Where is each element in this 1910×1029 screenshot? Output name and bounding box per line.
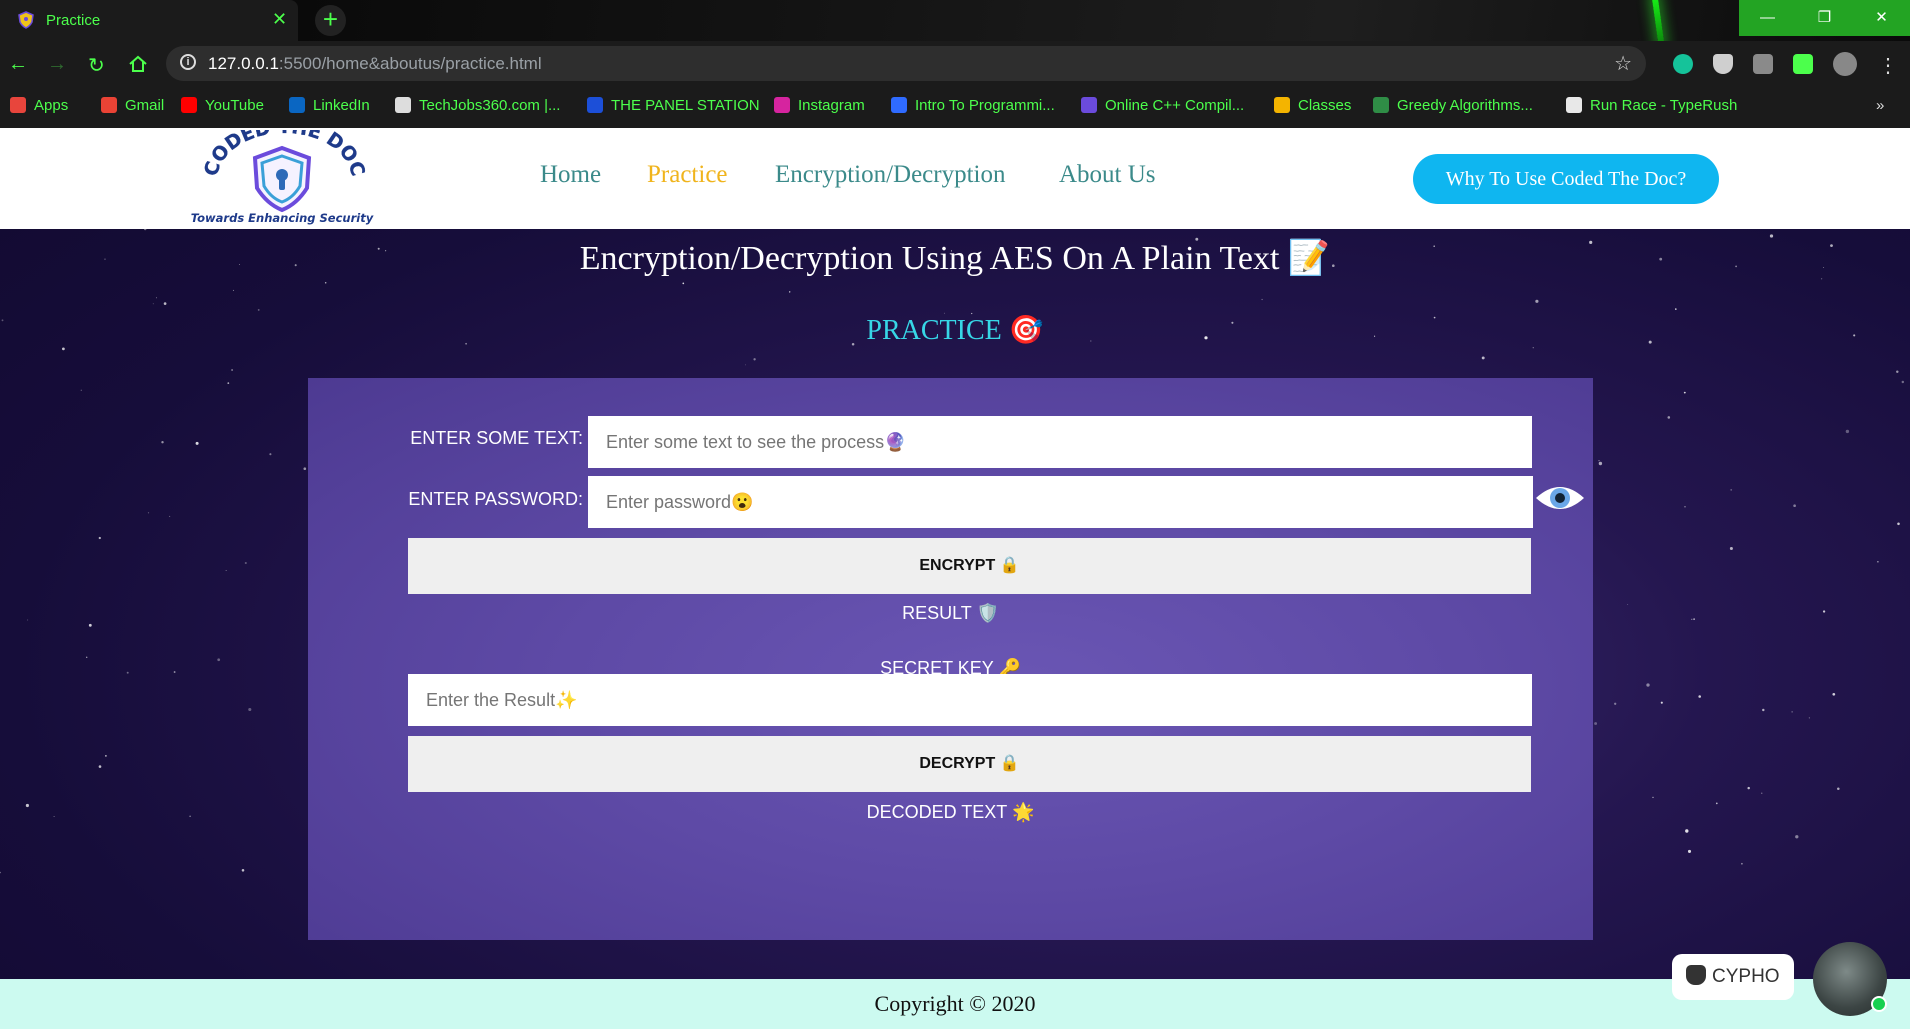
- page-title: Encryption/Decryption Using AES On A Pla…: [579, 240, 1331, 277]
- instagram-icon: [774, 97, 790, 113]
- translate-extension-icon[interactable]: [1753, 54, 1773, 74]
- chatbot-avatar[interactable]: [1813, 942, 1887, 1016]
- bookmark-4[interactable]: TechJobs360.com |...: [395, 97, 560, 114]
- bookmark-label: Classes: [1298, 97, 1352, 114]
- site-header: CODED THE DOC Towards Enhancing Security…: [0, 128, 1910, 229]
- bookmark-5[interactable]: THE PANEL STATION: [587, 97, 760, 114]
- bookmark-9[interactable]: Classes: [1274, 97, 1351, 114]
- close-tab-icon[interactable]: ✕: [272, 9, 287, 30]
- bookmark-label: Online C++ Compil...: [1105, 97, 1245, 114]
- address-bar[interactable]: i 127.0.0.1:5500/home&aboutus/practice.h…: [166, 46, 1646, 81]
- nav-encryption-decryption-link[interactable]: Encryption/Decryption: [775, 161, 1006, 189]
- bookmark-8[interactable]: Online C++ Compil...: [1081, 97, 1244, 114]
- profile-avatar[interactable]: [1833, 52, 1857, 76]
- bookmark-label: Instagram: [798, 97, 865, 114]
- show-password-eye-icon[interactable]: [1534, 482, 1586, 514]
- password-input[interactable]: [588, 476, 1533, 528]
- course-icon: [891, 97, 907, 113]
- practice-heading: PRACTICE 🎯: [866, 315, 1044, 346]
- new-tab-button[interactable]: +: [315, 5, 346, 36]
- tab-title: Practice: [46, 12, 101, 29]
- bookmark-6[interactable]: Instagram: [774, 97, 865, 114]
- plain-text-input[interactable]: [588, 416, 1532, 468]
- enter-text-label: ENTER SOME TEXT:: [410, 428, 583, 448]
- page-viewport: CODED THE DOC Towards Enhancing Security…: [0, 128, 1910, 1029]
- bookmark-label: YouTube: [205, 97, 264, 114]
- encrypt-button[interactable]: ENCRYPT 🔒: [408, 538, 1531, 594]
- copyright-text: Copyright © 2020: [874, 991, 1036, 1016]
- bookmark-7[interactable]: Intro To Programmi...: [891, 97, 1055, 114]
- bookmark-3[interactable]: LinkedIn: [289, 97, 370, 114]
- bookmark-0[interactable]: Apps: [10, 97, 68, 114]
- close-window-button[interactable]: ✕: [1853, 0, 1910, 36]
- svg-text:Towards Enhancing Security: Towards Enhancing Security: [191, 211, 374, 225]
- reload-icon[interactable]: ↻: [88, 53, 105, 78]
- home-icon[interactable]: [128, 54, 148, 74]
- bookmark-label: Gmail: [125, 97, 165, 114]
- linkedin-icon: [289, 97, 305, 113]
- decoded-text-label: DECODED TEXT 🌟: [866, 802, 1035, 822]
- typerush-icon: [1566, 97, 1582, 113]
- nav-about-us-link[interactable]: About Us: [1059, 161, 1156, 189]
- bookmark-label: Run Race - TypeRush: [1590, 97, 1738, 114]
- url-text: 127.0.0.1:5500/home&aboutus/practice.htm…: [208, 54, 542, 73]
- gmail-icon: [101, 97, 117, 113]
- result-label: RESULT 🛡️: [902, 603, 999, 623]
- shield-extension-icon[interactable]: [1713, 54, 1733, 74]
- bookmark-label: TechJobs360.com |...: [419, 97, 561, 114]
- bookmark-label: LinkedIn: [313, 97, 370, 114]
- bookmark-label: Apps: [34, 97, 69, 114]
- decrypt-button[interactable]: DECRYPT 🔒: [408, 736, 1531, 792]
- bookmarks-bar: Apps Gmail YouTube LinkedIn TechJobs360.com …: [0, 87, 1910, 128]
- site-footer: Copyright © 2020: [0, 979, 1910, 1029]
- bookmark-1[interactable]: Gmail: [101, 97, 164, 114]
- bookmark-label: THE PANEL STATION: [611, 97, 760, 114]
- nav-practice-link[interactable]: Practice: [647, 161, 728, 189]
- why-use-coded-the-doc-button[interactable]: Why To Use Coded The Doc?: [1413, 154, 1719, 204]
- enter-password-label: ENTER PASSWORD:: [408, 489, 583, 509]
- chatbot-mascot-icon: [1686, 965, 1706, 985]
- aes-practice-panel: ENTER SOME TEXT: ENTER PASSWORD: ENCRYPT…: [308, 378, 1593, 940]
- extensions-puzzle-icon[interactable]: [1793, 54, 1813, 74]
- site-info-icon[interactable]: i: [180, 54, 196, 70]
- site-favicon-icon: [18, 11, 34, 29]
- browser-menu-icon[interactable]: ⋮: [1878, 53, 1898, 78]
- bookmark-label: Greedy Algorithms...: [1397, 97, 1533, 114]
- theme-decoration: [1650, 0, 1666, 41]
- bookmark-2[interactable]: YouTube: [181, 97, 264, 114]
- apps-grid-icon: [10, 97, 26, 113]
- bookmark-label: Intro To Programmi...: [915, 97, 1055, 114]
- grammarly-extension-icon[interactable]: [1673, 54, 1693, 74]
- more-bookmarks-icon[interactable]: »: [1876, 97, 1884, 114]
- restore-window-button[interactable]: ❐: [1796, 0, 1853, 36]
- bookmark-11[interactable]: Run Race - TypeRush: [1566, 97, 1737, 114]
- compiler-icon: [1081, 97, 1097, 113]
- bookmark-10[interactable]: Greedy Algorithms...: [1373, 97, 1533, 114]
- nav-home-link[interactable]: Home: [540, 161, 601, 189]
- chatbot-label-bubble[interactable]: CYPHO: [1672, 954, 1794, 1000]
- minimize-window-button[interactable]: —: [1739, 0, 1796, 36]
- youtube-icon: [181, 97, 197, 113]
- wordpress-icon: [395, 97, 411, 113]
- classroom-icon: [1274, 97, 1290, 113]
- tps-icon: [587, 97, 603, 113]
- gfg-icon: [1373, 97, 1389, 113]
- browser-tab-strip: Practice ✕ + — ❐ ✕: [0, 0, 1910, 41]
- coded-the-doc-logo[interactable]: CODED THE DOC Towards Enhancing Security: [187, 130, 378, 225]
- bookmark-star-icon[interactable]: ☆: [1614, 51, 1632, 76]
- back-arrow-icon[interactable]: ←: [8, 53, 28, 76]
- chatbot-label: CYPHO: [1712, 966, 1780, 987]
- browser-tab-practice[interactable]: Practice ✕: [0, 0, 298, 41]
- online-status-dot: [1871, 996, 1887, 1012]
- browser-toolbar: ← → ↻ i 127.0.0.1:5500/home&aboutus/prac…: [0, 41, 1910, 87]
- result-input[interactable]: [408, 674, 1532, 726]
- forward-arrow-icon[interactable]: →: [47, 53, 67, 76]
